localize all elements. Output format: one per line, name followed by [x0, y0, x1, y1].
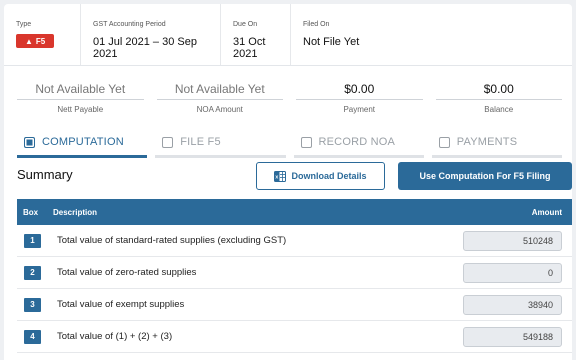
amount-field: 549188 [463, 326, 562, 347]
amount-field: 38940 [463, 294, 562, 315]
header-description: Description [53, 207, 98, 217]
gst-return-card: Type ▲ F5 GST Accounting Period 01 Jul 2… [4, 4, 572, 360]
noa-amount: Not Available Yet NOA Amount [156, 78, 283, 122]
nett-payable: Not Available Yet Nett Payable [17, 78, 144, 122]
filed-label: Filed On [303, 21, 330, 28]
noa-amount-value: Not Available Yet [156, 78, 283, 100]
type-badge: ▲ F5 [16, 34, 55, 48]
checkbox-icon [300, 136, 312, 148]
box-number: 2 [24, 265, 41, 280]
row-description: Total value of exempt supplies [57, 299, 185, 310]
header-amount: Amount [531, 207, 562, 217]
tab-computation-label: COMPUTATION [42, 136, 124, 148]
row-description: Total value of standard-rated supplies (… [57, 235, 287, 246]
summary-title: Summary [17, 167, 73, 182]
checkbox-icon [438, 136, 450, 148]
computation-table: Box Description Amount 1 Total value of … [17, 199, 572, 353]
checkbox-icon [162, 136, 174, 148]
period-column: GST Accounting Period 01 Jul 2021 – 30 S… [81, 4, 221, 65]
box-number: 4 [24, 329, 41, 344]
tab-file-f5-label: FILE F5 [180, 136, 221, 148]
table-header: Box Description Amount [17, 199, 572, 225]
tab-payments-label: PAYMENTS [456, 136, 518, 148]
balance: $0.00 Balance [435, 78, 562, 122]
balance-label: Balance [484, 105, 514, 114]
payment-value: $0.00 [296, 78, 423, 100]
step-tabs: COMPUTATION FILE F5 RECORD NOA PAYMENTS [17, 129, 562, 158]
use-computation-button[interactable]: Use Computation For F5 Filing [398, 162, 572, 190]
table-row: 4 Total value of (1) + (2) + (3) 549188 [17, 321, 572, 353]
due-column: Due On 31 Oct 2021 [221, 4, 291, 65]
box-number: 1 [24, 233, 41, 248]
tab-record-noa[interactable]: RECORD NOA [293, 129, 424, 158]
nett-payable-label: Nett Payable [57, 105, 104, 114]
row-description: Total value of (1) + (2) + (3) [57, 331, 173, 342]
table-row: 1 Total value of standard-rated supplies… [17, 225, 572, 257]
filed-column: Filed On Not File Yet [291, 4, 381, 65]
table-row: 2 Total value of zero-rated supplies 0 [17, 257, 572, 289]
balance-value: $0.00 [435, 78, 562, 100]
download-details-button[interactable]: x Download Details [256, 162, 385, 190]
type-label: Type [16, 21, 32, 28]
checkbox-icon [24, 136, 35, 148]
tab-computation[interactable]: COMPUTATION [17, 129, 148, 158]
return-info-row: Type ▲ F5 GST Accounting Period 01 Jul 2… [4, 4, 572, 66]
tab-file-f5[interactable]: FILE F5 [155, 129, 286, 158]
warning-icon: ▲ [25, 36, 33, 46]
tab-record-noa-label: RECORD NOA [318, 136, 396, 148]
payment-label: Payment [343, 105, 376, 114]
amount-field: 510248 [463, 230, 562, 251]
type-column: Type ▲ F5 [4, 4, 81, 65]
type-badge-label: F5 [35, 36, 46, 46]
header-box: Box [23, 207, 39, 217]
payment: $0.00 Payment [296, 78, 423, 122]
download-details-label: Download Details [291, 171, 367, 181]
noa-amount-label: NOA Amount [196, 105, 243, 114]
row-description: Total value of zero-rated supplies [57, 267, 197, 278]
spreadsheet-icon: x [274, 170, 287, 182]
use-computation-label: Use Computation For F5 Filing [419, 171, 551, 181]
amount-summary: Not Available Yet Nett Payable Not Avail… [17, 78, 562, 122]
table-row: 3 Total value of exempt supplies 38940 [17, 289, 572, 321]
nett-payable-value: Not Available Yet [17, 78, 144, 100]
due-value: 31 Oct 2021 [233, 36, 266, 60]
period-value: 01 Jul 2021 – 30 Sep 2021 [93, 36, 197, 60]
amount-field: 0 [463, 262, 562, 283]
filed-value: Not File Yet [303, 36, 360, 48]
tab-payments[interactable]: PAYMENTS [431, 129, 562, 158]
period-label: GST Accounting Period [93, 21, 166, 28]
box-number: 3 [24, 297, 41, 312]
due-label: Due On [233, 21, 258, 28]
